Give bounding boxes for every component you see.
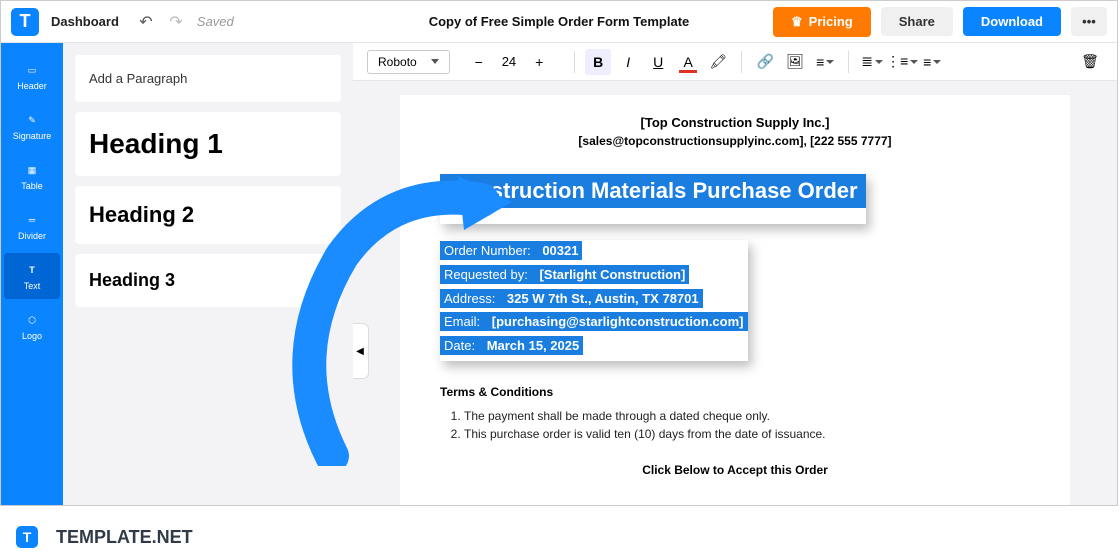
order-number-label: Order Number: xyxy=(440,241,535,260)
address-label: Address: xyxy=(440,289,499,308)
format-toolbar: Roboto − 24 + B I U A 🖍 🔗 🖼 ≡ ≣ ⋮≡ ≡ 🗑 xyxy=(353,43,1117,81)
left-nav: ▭Header ✎Signature ▦Table ═Divider TText… xyxy=(1,43,63,505)
download-button[interactable]: Download xyxy=(963,7,1061,36)
align-button[interactable]: ≡ xyxy=(812,49,838,75)
decrease-font-button[interactable]: − xyxy=(466,49,492,75)
divider-icon: ═ xyxy=(23,211,41,229)
requested-by-label: Requested by: xyxy=(440,265,532,284)
company-contact[interactable]: [sales@topconstructionsupplyinc.com], [2… xyxy=(440,134,1030,148)
increase-font-button[interactable]: + xyxy=(526,49,552,75)
nav-text[interactable]: TText xyxy=(4,253,60,299)
nav-divider[interactable]: ═Divider xyxy=(4,203,60,249)
term-item: This purchase order is valid ten (10) da… xyxy=(464,427,1030,441)
dashboard-link[interactable]: Dashboard xyxy=(51,14,119,29)
signature-icon: ✎ xyxy=(23,111,41,129)
app-logo[interactable]: T xyxy=(11,8,39,36)
order-number: 00321 xyxy=(535,241,583,260)
document-page[interactable]: [Top Construction Supply Inc.] [sales@to… xyxy=(400,95,1070,505)
date: March 15, 2025 xyxy=(479,336,583,355)
undo-icon[interactable]: ↶ xyxy=(134,10,158,34)
email: [purchasing@starlightconstruction.com] xyxy=(484,312,747,331)
chevron-down-icon xyxy=(431,59,439,64)
accept-instruction[interactable]: Click Below to Accept this Order xyxy=(440,463,1030,477)
nav-table[interactable]: ▦Table xyxy=(4,153,60,199)
redo-icon[interactable]: ↷ xyxy=(164,10,188,34)
heading-1[interactable]: Heading 1 xyxy=(75,112,341,176)
requested-by: [Starlight Construction] xyxy=(532,265,690,284)
heading-3[interactable]: Heading 3 xyxy=(75,254,341,307)
image-button[interactable]: 🖼 xyxy=(782,49,808,75)
terms-heading[interactable]: Terms & Conditions xyxy=(440,385,1030,399)
watermark-logo-icon: T xyxy=(16,526,38,548)
side-panel: Add a Paragraph Heading 1 Heading 2 Head… xyxy=(63,43,353,505)
order-info-block[interactable]: Order Number: 00321 Requested by: [Starl… xyxy=(440,240,748,361)
font-color-button[interactable]: A xyxy=(675,49,701,75)
bullet-list-button[interactable]: ⋮≡ xyxy=(889,49,915,75)
table-icon: ▦ xyxy=(23,161,41,179)
terms-list[interactable]: The payment shall be made through a date… xyxy=(440,409,1030,441)
line-spacing-button[interactable]: ≡ xyxy=(919,49,945,75)
document-title[interactable]: Copy of Free Simple Order Form Template xyxy=(429,14,690,29)
font-size-value[interactable]: 24 xyxy=(502,54,516,69)
nav-logo[interactable]: ⬡Logo xyxy=(4,303,60,349)
crown-icon: ♛ xyxy=(791,14,803,30)
canvas-area: ◀ Roboto − 24 + B I U A 🖍 🔗 🖼 ≡ ≣ ⋮≡ ≡ xyxy=(353,43,1117,505)
delete-button[interactable]: 🗑 xyxy=(1077,49,1103,75)
term-item: The payment shall be made through a date… xyxy=(464,409,1030,423)
underline-button[interactable]: U xyxy=(645,49,671,75)
nav-header[interactable]: ▭Header xyxy=(4,53,60,99)
highlight-button[interactable]: 🖍 xyxy=(705,49,731,75)
font-selector[interactable]: Roboto xyxy=(367,50,450,74)
link-button[interactable]: 🔗 xyxy=(752,49,778,75)
nav-signature[interactable]: ✎Signature xyxy=(4,103,60,149)
saved-status: Saved xyxy=(197,14,234,29)
order-title[interactable]: Construction Materials Purchase Order xyxy=(440,174,866,208)
more-button[interactable]: ••• xyxy=(1071,7,1107,36)
email-label: Email: xyxy=(440,312,484,331)
numbered-list-button[interactable]: ≣ xyxy=(859,49,885,75)
text-icon: T xyxy=(23,261,41,279)
header-icon: ▭ xyxy=(23,61,41,79)
logo-icon: ⬡ xyxy=(23,311,41,329)
topbar: T Dashboard ↶ ↷ Saved Copy of Free Simpl… xyxy=(1,1,1117,43)
italic-button[interactable]: I xyxy=(615,49,641,75)
address: 325 W 7th St., Austin, TX 78701 xyxy=(499,289,702,308)
company-name[interactable]: [Top Construction Supply Inc.] xyxy=(440,115,1030,130)
bold-button[interactable]: B xyxy=(585,49,611,75)
share-button[interactable]: Share xyxy=(881,7,953,36)
collapse-panel-button[interactable]: ◀ xyxy=(353,323,369,379)
date-label: Date: xyxy=(440,336,479,355)
add-paragraph[interactable]: Add a Paragraph xyxy=(75,55,341,102)
heading-2[interactable]: Heading 2 xyxy=(75,186,341,244)
chevron-left-icon: ◀ xyxy=(356,346,364,357)
pricing-button[interactable]: ♛Pricing xyxy=(773,7,871,37)
watermark: T TEMPLATE.NET xyxy=(16,526,193,548)
